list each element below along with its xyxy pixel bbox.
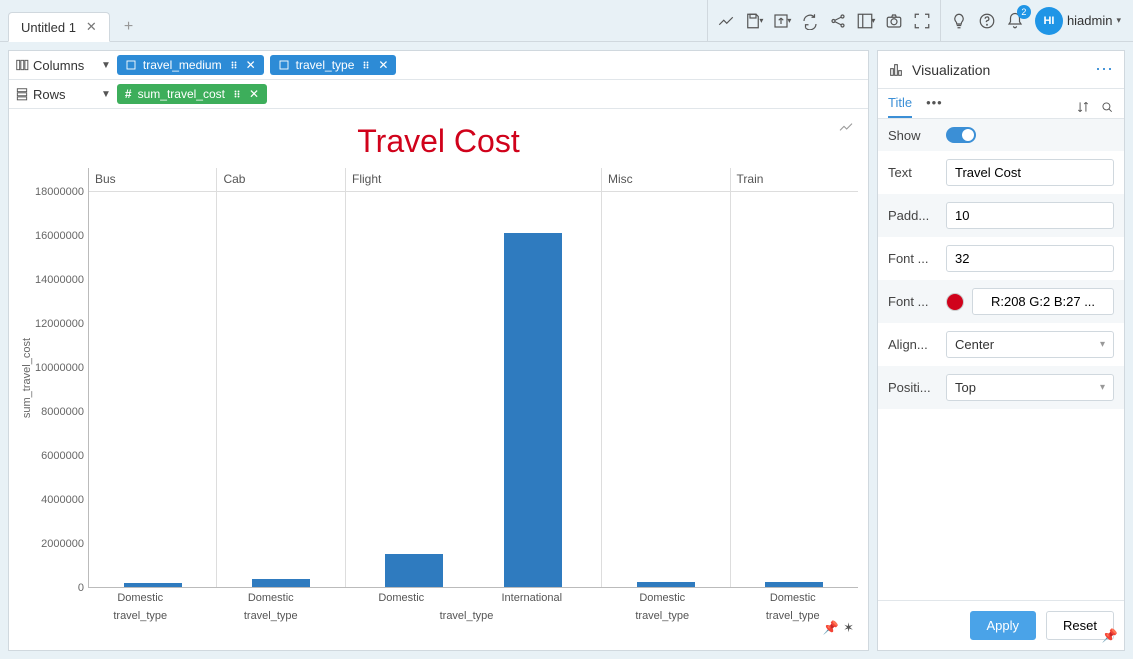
chart-plot-area: BusCabFlightMiscTrain — [89, 168, 858, 588]
user-name: hiadmin — [1067, 13, 1113, 28]
chart-type-icon[interactable] — [712, 7, 740, 35]
show-toggle[interactable] — [946, 127, 976, 143]
x-inner-axis-label: travel_type — [75, 604, 206, 622]
notification-badge: 2 — [1017, 5, 1031, 19]
panel-menu-icon[interactable]: ⋯ — [1095, 59, 1114, 80]
prop-fontsize-label: Font ... — [888, 251, 938, 266]
title-text-input[interactable] — [946, 159, 1114, 186]
drag-handle-icon — [231, 88, 243, 100]
x-category-label: Domestic — [336, 588, 467, 604]
columns-icon — [15, 58, 29, 72]
facet-header: Misc — [602, 168, 730, 192]
prop-position-label: Positi... — [888, 380, 938, 395]
toolbar: ▾ ▾ ▾ 2 HI hiadmin▾ — [707, 0, 1125, 41]
remove-icon[interactable]: ✕ — [378, 58, 388, 72]
visualization-icon — [888, 62, 904, 78]
position-select[interactable]: Top▾ — [946, 374, 1114, 401]
prop-text-label: Text — [888, 165, 938, 180]
columns-shelf: Columns ▼ travel_medium ✕ travel_type ✕ — [9, 51, 868, 80]
y-axis-ticks: 1800000016000000140000001200000010000000… — [35, 168, 89, 588]
hint-icon[interactable] — [945, 7, 973, 35]
fullscreen-icon[interactable] — [908, 7, 936, 35]
refresh-icon[interactable] — [796, 7, 824, 35]
alignment-select[interactable]: Center▾ — [946, 331, 1114, 358]
pin-icon[interactable]: 📌 — [823, 620, 839, 636]
dimension-icon — [125, 59, 137, 71]
bar[interactable] — [765, 582, 823, 588]
layout-icon[interactable]: ▾ — [852, 7, 880, 35]
camera-icon[interactable] — [880, 7, 908, 35]
workspace-tab[interactable]: Untitled 1 ✕ — [8, 12, 110, 42]
tab-title[interactable]: Title — [888, 95, 912, 118]
x-inner-axis-label: travel_type — [336, 604, 597, 622]
facet-header: Flight — [346, 168, 601, 192]
search-icon[interactable] — [1100, 100, 1114, 114]
measure-icon: # — [125, 87, 132, 101]
fontcolor-input[interactable] — [972, 288, 1114, 315]
prop-padding-label: Padd... — [888, 208, 938, 223]
rows-shelf: Rows ▼ # sum_travel_cost ✕ — [9, 80, 868, 109]
share-icon[interactable] — [824, 7, 852, 35]
drag-handle-icon — [228, 59, 240, 71]
padding-input[interactable] — [946, 202, 1114, 229]
rows-icon — [15, 87, 29, 101]
y-axis-label: sum_travel_cost — [19, 338, 35, 418]
apply-button[interactable]: Apply — [970, 611, 1037, 640]
prop-align-label: Align... — [888, 337, 938, 352]
facet-header: Train — [731, 168, 859, 192]
workspace-tab-title: Untitled 1 — [21, 20, 76, 35]
dimension-icon — [278, 59, 290, 71]
help-icon[interactable] — [973, 7, 1001, 35]
facet-header: Bus — [89, 168, 217, 192]
rows-dropdown[interactable]: ▼ — [101, 89, 111, 100]
pill-travel-type[interactable]: travel_type ✕ — [270, 55, 397, 75]
panel-title: Visualization — [912, 62, 990, 78]
drag-handle-icon — [360, 59, 372, 71]
remove-icon[interactable]: ✕ — [246, 58, 256, 72]
chart-title: Travel Cost — [19, 123, 858, 160]
x-category-label: Domestic — [75, 588, 206, 604]
bar[interactable] — [124, 583, 182, 587]
x-category-label: Domestic — [728, 588, 859, 604]
sort-icon[interactable] — [1076, 100, 1090, 114]
x-category-label: Domestic — [206, 588, 337, 604]
chart-trend-icon[interactable] — [838, 119, 854, 138]
rows-label: Rows — [33, 87, 66, 102]
notifications-icon[interactable]: 2 — [1001, 7, 1029, 35]
x-category-label: International — [467, 588, 598, 604]
close-icon[interactable]: ✕ — [86, 19, 97, 35]
fontsize-input[interactable] — [946, 245, 1114, 272]
user-menu[interactable]: HI hiadmin▾ — [1035, 7, 1121, 35]
bar[interactable] — [252, 579, 310, 587]
columns-label: Columns — [33, 58, 84, 73]
tab-more[interactable]: ••• — [926, 95, 943, 118]
save-icon[interactable]: ▾ — [740, 7, 768, 35]
remove-icon[interactable]: ✕ — [249, 87, 259, 101]
font-color-swatch[interactable] — [946, 293, 964, 311]
x-category-label: Domestic — [597, 588, 728, 604]
pill-sum-travel-cost[interactable]: # sum_travel_cost ✕ — [117, 84, 267, 104]
settings-icon[interactable]: ✶ — [843, 620, 854, 636]
bar[interactable] — [504, 233, 562, 587]
panel-pin-icon[interactable]: 📌 — [1102, 628, 1118, 644]
facet-header: Cab — [217, 168, 345, 192]
export-icon[interactable]: ▾ — [768, 7, 796, 35]
pill-travel-medium[interactable]: travel_medium ✕ — [117, 55, 264, 75]
bar[interactable] — [637, 582, 695, 587]
avatar: HI — [1035, 7, 1063, 35]
bar[interactable] — [385, 554, 443, 587]
prop-show-label: Show — [888, 128, 938, 143]
x-inner-axis-label: travel_type — [597, 604, 728, 622]
prop-fontcolor-label: Font ... — [888, 294, 938, 309]
x-axis-labels: Domestictravel_typeDomestictravel_typeDo… — [19, 588, 858, 622]
x-inner-axis-label: travel_type — [206, 604, 337, 622]
columns-dropdown[interactable]: ▼ — [101, 60, 111, 71]
new-tab-button[interactable]: + — [118, 18, 139, 36]
